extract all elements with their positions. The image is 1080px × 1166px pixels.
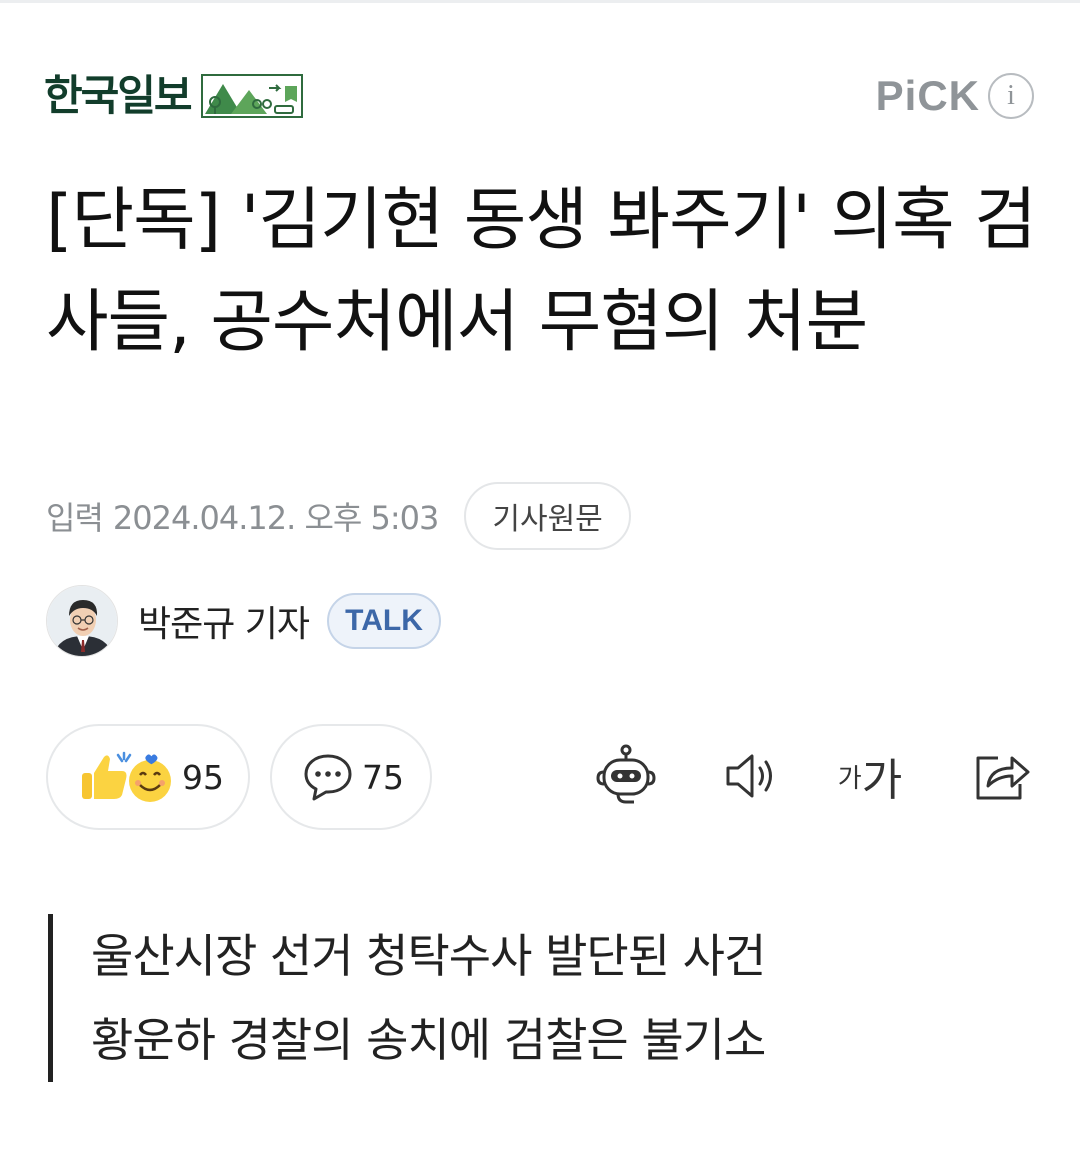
article-title: [단독] '김기현 동생 봐주기' 의혹 검사들, 공수처에서 무혐의 처분 (46, 181, 1037, 362)
article-summary: 울산시장 선거 청탁수사 발단된 사건 황운하 경찰의 송치에 검찰은 불기소 (48, 914, 766, 1082)
press-emblem-icon (200, 74, 303, 118)
comment-count: 75 (362, 757, 404, 797)
text-to-speech-button[interactable] (714, 740, 786, 812)
input-label: 입력 (46, 499, 104, 537)
reaction-button[interactable]: 95 (46, 724, 250, 830)
author-row: 박준규 기자 TALK (46, 585, 442, 657)
article-meta: 입력 2024.04.12. 오후 5:03 기사원문 (46, 482, 631, 550)
summary-bot-button[interactable] (590, 740, 662, 812)
share-button[interactable] (964, 740, 1036, 812)
reporter-name[interactable]: 박준규 기자 (138, 595, 310, 647)
pick-label: PiCK (875, 72, 980, 119)
speaker-icon (726, 754, 772, 798)
comment-button[interactable]: 75 (270, 724, 432, 830)
input-date: 2024.04.12. 오후 5:03 (112, 499, 439, 537)
summary-line-1: 울산시장 선거 청탁수사 발단된 사건 (91, 929, 766, 983)
reporter-avatar[interactable] (46, 585, 118, 657)
top-divider (0, 0, 1080, 3)
font-size-button[interactable]: 가가 (834, 740, 906, 812)
share-icon (976, 756, 1030, 800)
summary-line-2: 황운하 경찰의 송치에 검찰은 불기소 (91, 1013, 766, 1067)
info-icon[interactable]: i (988, 73, 1034, 119)
reporter-photo (47, 586, 117, 656)
press-name: 한국일보 (44, 71, 193, 120)
robot-icon (596, 744, 656, 804)
thumbs-up-smile-icon (82, 751, 171, 802)
talk-button[interactable]: TALK (327, 593, 442, 649)
font-size-large: 가 (861, 755, 903, 806)
speech-bubble-icon (304, 754, 352, 801)
press-logo[interactable]: 한국일보 (44, 70, 303, 122)
reaction-count: 95 (182, 757, 224, 797)
font-size-small: 가 (837, 763, 862, 794)
pick-badge[interactable]: PiCK i (876, 72, 1034, 120)
original-article-button[interactable]: 기사원문 (464, 482, 631, 550)
